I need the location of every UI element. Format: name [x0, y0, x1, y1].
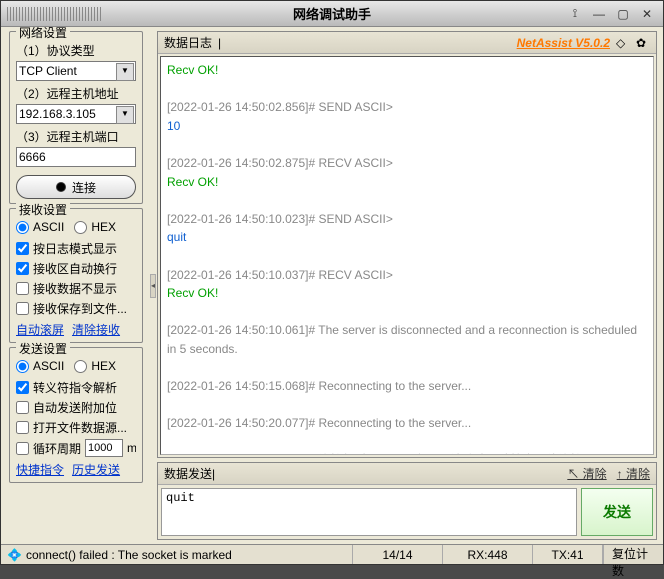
app-window: 网络调试助手 ⟟ — ▢ ✕ 网络设置 （1）协议类型 （2）远程主机地址 （3…: [0, 0, 664, 565]
send-settings-group: 发送设置 ASCII HEX 转义符指令解析 自动发送附加位 打开文件数据源..…: [9, 347, 143, 483]
connect-button[interactable]: 连接: [16, 175, 136, 199]
group-label: 发送设置: [16, 340, 70, 357]
gear-icon[interactable]: ✿: [636, 36, 650, 50]
recv-hex-radio[interactable]: [74, 221, 87, 234]
status-count: 14/14: [353, 545, 443, 564]
host-label: （2）远程主机地址: [16, 85, 136, 102]
send-opt-0[interactable]: [16, 381, 29, 394]
clear-recv-link[interactable]: 清除接收: [72, 321, 120, 338]
port-label: （3）远程主机端口: [16, 128, 136, 145]
log-panel-title: 数据日志: [164, 34, 212, 51]
send-panel: 数据发送 | ↖ 清除 ↑ 清除 发送: [157, 462, 657, 540]
status-dot-icon: [56, 182, 66, 192]
log-textarea[interactable]: Recv OK! [2022-01-26 14:50:02.856]# SEND…: [160, 56, 654, 455]
pin-icon[interactable]: ⟟: [565, 6, 585, 22]
cycle-period-input[interactable]: [85, 439, 123, 457]
send-button[interactable]: 发送: [581, 488, 653, 536]
chevron-left-icon: ◂: [150, 274, 156, 298]
maximize-button[interactable]: ▢: [613, 6, 633, 22]
log-panel: 数据日志 | NetAssist V5.0.2 ◇ ✿ Recv OK! [20…: [157, 31, 657, 458]
recv-opt-3[interactable]: [16, 302, 29, 315]
protocol-select[interactable]: [16, 61, 136, 81]
status-tx: TX:41: [533, 545, 603, 564]
status-ready-icon: 💠: [7, 548, 22, 562]
close-button[interactable]: ✕: [637, 6, 657, 22]
autoscroll-link[interactable]: 自动滚屏: [16, 321, 64, 338]
group-label: 网络设置: [16, 27, 70, 41]
recv-ascii-radio[interactable]: [16, 221, 29, 234]
reset-counter-button[interactable]: 复位计数: [603, 545, 663, 564]
history-send-link[interactable]: 历史发送: [72, 461, 120, 478]
splitter[interactable]: ◂: [149, 27, 157, 544]
window-title: 网络调试助手: [293, 4, 371, 23]
status-bar: 💠 connect() failed : The socket is marked…: [1, 544, 663, 564]
send-opt-1[interactable]: [16, 401, 29, 414]
send-opt-2[interactable]: [16, 421, 29, 434]
titlebar: 网络调试助手 ⟟ — ▢ ✕: [1, 1, 663, 27]
right-column: 数据日志 | NetAssist V5.0.2 ◇ ✿ Recv OK! [20…: [157, 27, 663, 544]
host-input[interactable]: [16, 104, 136, 124]
send-panel-title: 数据发送: [164, 465, 212, 482]
send-hex-radio[interactable]: [74, 360, 87, 373]
status-rx: RX:448: [443, 545, 533, 564]
recv-settings-group: 接收设置 ASCII HEX 按日志模式显示 接收区自动换行 接收数据不显示 接…: [9, 208, 143, 343]
send-ascii-radio[interactable]: [16, 360, 29, 373]
status-message: connect() failed : The socket is marked: [26, 548, 232, 562]
port-input[interactable]: [16, 147, 136, 167]
titlebar-grip: [7, 7, 102, 21]
protocol-label: （1）协议类型: [16, 42, 136, 59]
minimize-button[interactable]: —: [589, 6, 609, 22]
recv-opt-0[interactable]: [16, 242, 29, 255]
send-textarea[interactable]: [161, 488, 577, 536]
shortcut-cmd-link[interactable]: 快捷指令: [16, 461, 64, 478]
diamond-icon: ◇: [616, 36, 630, 50]
group-label: 接收设置: [16, 201, 70, 218]
recv-opt-1[interactable]: [16, 262, 29, 275]
recv-opt-2[interactable]: [16, 282, 29, 295]
network-settings-group: 网络设置 （1）协议类型 （2）远程主机地址 （3）远程主机端口 连接: [9, 31, 143, 204]
clear-tx-link[interactable]: ↑ 清除: [617, 465, 650, 482]
cycle-checkbox[interactable]: [16, 442, 29, 455]
left-column: 网络设置 （1）协议类型 （2）远程主机地址 （3）远程主机端口 连接 接收设置…: [1, 27, 149, 544]
clear-rx-link[interactable]: ↖ 清除: [567, 465, 606, 482]
brand-link[interactable]: NetAssist V5.0.2: [517, 36, 610, 50]
